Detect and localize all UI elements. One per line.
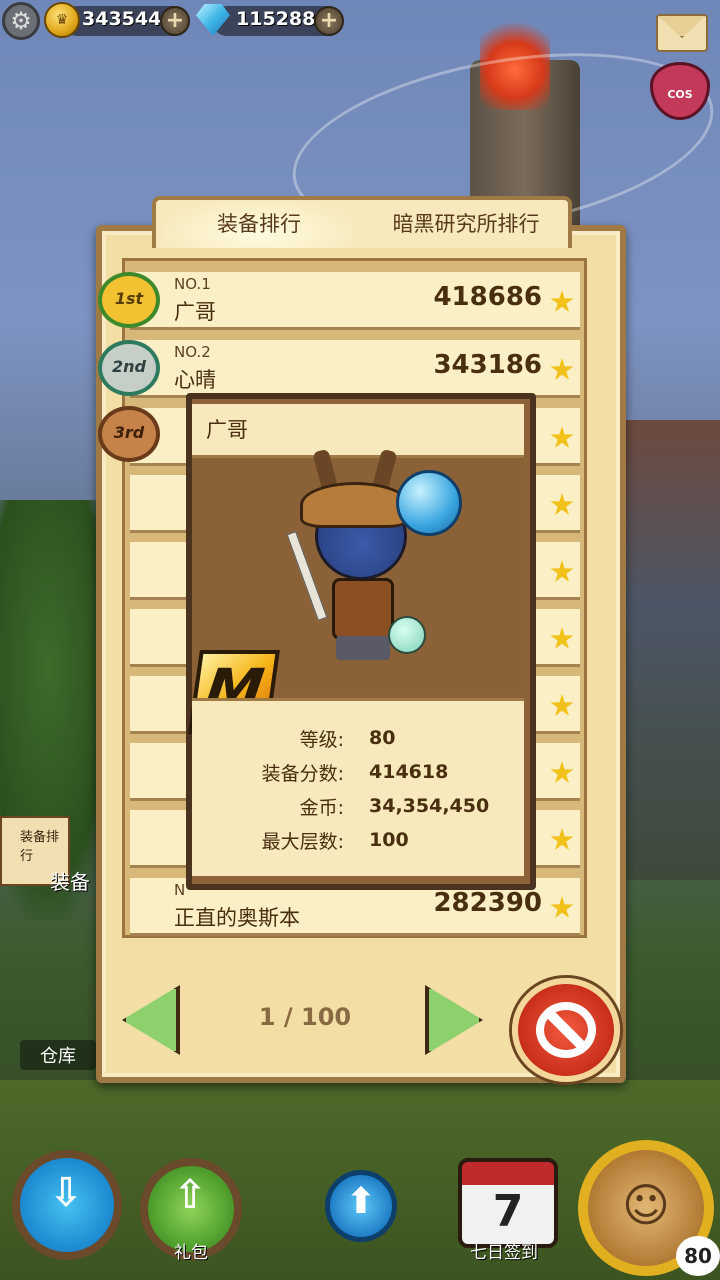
add-gold-button[interactable]: + — [160, 6, 190, 36]
character-torso — [332, 578, 394, 640]
star-icon — [550, 493, 574, 515]
seven-day-checkin-label: 七日签到 — [470, 1243, 538, 1263]
tab-dark-institute-rank[interactable]: 暗黑研究所排行 — [366, 200, 566, 248]
stat-value-level: 80 — [369, 727, 396, 749]
character-legs — [336, 636, 390, 660]
player-stats: 等级: 80 装备分数: 414618 金币: 34,354,450 最大层数:… — [192, 698, 524, 876]
character-hat — [300, 482, 410, 528]
warehouse-label[interactable]: 仓库 — [20, 1040, 96, 1070]
tab-equipment-rank[interactable]: 装备排行 — [164, 200, 354, 248]
player-score: 282390 — [433, 888, 542, 918]
star-icon — [550, 290, 574, 312]
upgrade-button[interactable]: ⬆ — [325, 1170, 397, 1242]
rank-number: NO.2 — [174, 343, 211, 361]
player-name: 正直的奥斯本 — [174, 906, 300, 930]
third-place-medal-icon: 3rd — [98, 406, 160, 462]
character-flask — [388, 616, 426, 654]
close-button[interactable] — [512, 978, 620, 1082]
star-icon — [550, 828, 574, 850]
player-name: 心晴 — [174, 368, 216, 392]
seven-day-checkin-button[interactable]: 7 — [458, 1158, 558, 1248]
download-arrow-icon: ⇩ — [49, 1170, 83, 1216]
player-score: 418686 — [433, 282, 542, 312]
pet-bubble-icon — [396, 470, 462, 536]
rank-number: NO.1 — [174, 275, 211, 293]
equipment-rank-short-label: 装备 — [50, 870, 90, 894]
stat-value-gold: 34,354,450 — [369, 795, 490, 817]
equipment-rank-sign-label: 装备排行 — [20, 830, 60, 864]
owl-profile-icon: ☺ — [622, 1178, 670, 1232]
popup-player-name: 广哥 — [206, 418, 248, 442]
add-gems-button[interactable]: + — [314, 6, 344, 36]
page-indicator: 1 / 100 — [258, 1003, 352, 1031]
upgrade-arrow-icon: ⇧ — [173, 1172, 207, 1218]
star-icon — [550, 426, 574, 448]
popup-header: 广哥 — [192, 404, 524, 458]
gem-amount: 115288 — [236, 8, 316, 30]
gold-coin-icon: ♛ — [44, 2, 80, 38]
stat-label-level: 等级: — [299, 729, 344, 751]
player-level-badge: 80 — [676, 1236, 720, 1276]
player-score: 343186 — [433, 350, 542, 380]
player-name: 广哥 — [174, 300, 216, 324]
stat-label-gold: 金币: — [299, 797, 344, 819]
mail-icon[interactable] — [656, 14, 708, 52]
refresh-download-button[interactable]: ⇩ — [12, 1150, 122, 1260]
ranking-row[interactable]: NO.2 心晴 343186 — [130, 340, 580, 398]
calendar-day-number: 7 — [492, 1186, 524, 1237]
stat-value-equip-score: 414618 — [369, 761, 449, 783]
star-icon — [550, 694, 574, 716]
star-icon — [550, 896, 574, 918]
stat-label-max-floor: 最大层数: — [261, 831, 344, 853]
settings-gear-icon[interactable]: ⚙ — [2, 2, 40, 40]
stat-value-max-floor: 100 — [369, 829, 409, 851]
resource-bar: ⚙ ♛ 34354450 + 115288 + — [0, 0, 350, 42]
gift-pack-label: 礼包 — [174, 1243, 208, 1263]
background-house — [620, 420, 720, 880]
star-icon — [550, 761, 574, 783]
star-icon — [550, 358, 574, 380]
second-place-medal-icon: 2nd — [98, 340, 160, 396]
rank-number: N — [174, 881, 186, 899]
first-place-medal-icon: 1st — [98, 272, 160, 328]
up-arrow-icon: ⬆ — [345, 1181, 377, 1222]
star-icon — [550, 560, 574, 582]
stat-label-equip-score: 装备分数: — [261, 763, 344, 785]
ranking-tabs: 装备排行 暗黑研究所排行 — [152, 196, 572, 248]
star-icon — [550, 627, 574, 649]
ranking-row[interactable]: NO.1 广哥 418686 — [130, 272, 580, 330]
